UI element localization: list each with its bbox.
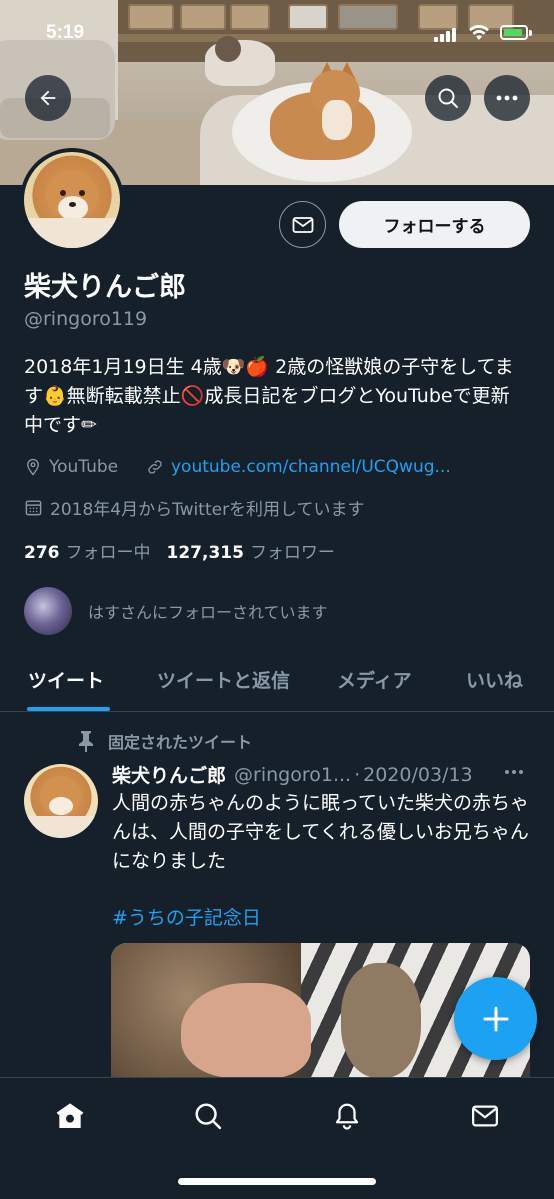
tab-tweets[interactable]: ツイート (28, 666, 104, 693)
tab-tweets-and-replies[interactable]: ツイートと返信 (157, 666, 290, 693)
profile-name: 柴犬りんご郎 (24, 272, 186, 303)
tweet-header: 柴犬りんご郎 @ringoro1... · 2020/03/13 (112, 761, 532, 788)
tweet-author-avatar[interactable] (24, 764, 98, 838)
tweet-text: 人間の赤ちゃんのように眠っていた柴犬の赤ちゃんは、人間の子守をしてくれる優しいお… (112, 792, 530, 872)
more-dots-icon (496, 95, 518, 101)
location-text: YouTube (49, 457, 119, 477)
tab-media[interactable]: メディア (337, 666, 412, 693)
calendar-icon (24, 498, 43, 517)
followed-by-row[interactable]: はすさんにフォローされています (24, 587, 328, 635)
search-button[interactable] (425, 75, 471, 121)
message-button[interactable] (279, 201, 326, 248)
link-text[interactable]: youtube.com/channel/UCQwug... (171, 457, 451, 477)
nav-search[interactable] (188, 1096, 228, 1136)
profile-link[interactable]: youtube.com/channel/UCQwug... (146, 457, 451, 477)
tweet-hashtag[interactable]: #うちの子記念日 (112, 903, 261, 930)
profile-tabs: ツイート ツイートと返信 メディア いいね (0, 652, 554, 712)
home-icon (56, 1103, 84, 1128)
followers-count-link[interactable]: 127,315 フォロワー (167, 538, 335, 563)
following-count: 276 (24, 543, 60, 563)
following-count-link[interactable]: 276 フォロー中 (24, 538, 151, 563)
status-time: 5:19 (46, 22, 85, 43)
pin-icon (76, 730, 96, 752)
compose-tweet-button[interactable] (454, 977, 537, 1060)
profile-location: YouTube (24, 457, 118, 477)
more-options-button[interactable] (484, 75, 530, 121)
notifications-icon (335, 1103, 359, 1130)
tweet-author-handle[interactable]: @ringoro1... (234, 764, 351, 786)
location-pin-icon (24, 458, 42, 476)
join-date-text: 2018年4月からTwitterを利用しています (50, 500, 365, 520)
search-icon (195, 1103, 222, 1130)
profile-bio: 2018年1月19日生 4歳🐶🍎 2歳の怪獣娘の子守をしてます👶無断転載禁止🚫成… (24, 356, 514, 436)
search-icon (438, 88, 458, 108)
status-bar: 5:19 (0, 0, 554, 60)
pinned-tweet-label: 固定されたツイート (76, 729, 252, 753)
following-label: フォロー中 (65, 543, 151, 563)
followers-label: フォロワー (249, 543, 335, 563)
nav-messages[interactable] (465, 1096, 505, 1136)
pinned-text: 固定されたツイート (108, 733, 253, 752)
battery-nub (529, 30, 532, 36)
link-icon (146, 458, 164, 476)
battery-icon (500, 25, 528, 40)
tweet-separator: · (354, 763, 361, 786)
home-indicator[interactable] (178, 1178, 376, 1185)
active-tab-indicator (27, 707, 110, 711)
followers-count: 127,315 (166, 543, 244, 563)
followed-by-text: はすさんにフォローされています (88, 603, 328, 622)
profile-handle: @ringoro119 (24, 308, 148, 330)
tweet-more-button[interactable] (505, 770, 526, 774)
mail-icon (292, 216, 313, 233)
follow-button[interactable]: フォローする (339, 201, 530, 248)
nav-home[interactable] (50, 1096, 90, 1136)
follower-avatar (24, 587, 72, 635)
arrow-left-icon (40, 90, 56, 106)
back-button[interactable] (25, 75, 71, 121)
profile-avatar[interactable] (20, 148, 124, 252)
wifi-icon (467, 22, 491, 42)
plus-icon (483, 1006, 508, 1031)
tweet-date[interactable]: 2020/03/13 (363, 764, 473, 786)
follow-counts: 276 フォロー中 127,315 フォロワー (24, 538, 351, 563)
tab-likes[interactable]: いいね (466, 666, 523, 693)
cellular-signal-icon (434, 26, 460, 42)
messages-icon (472, 1105, 498, 1127)
nav-notifications[interactable] (327, 1096, 367, 1136)
tweet-author-name[interactable]: 柴犬りんご郎 (112, 761, 226, 788)
profile-join-date: 2018年4月からTwitterを利用しています (24, 495, 365, 520)
